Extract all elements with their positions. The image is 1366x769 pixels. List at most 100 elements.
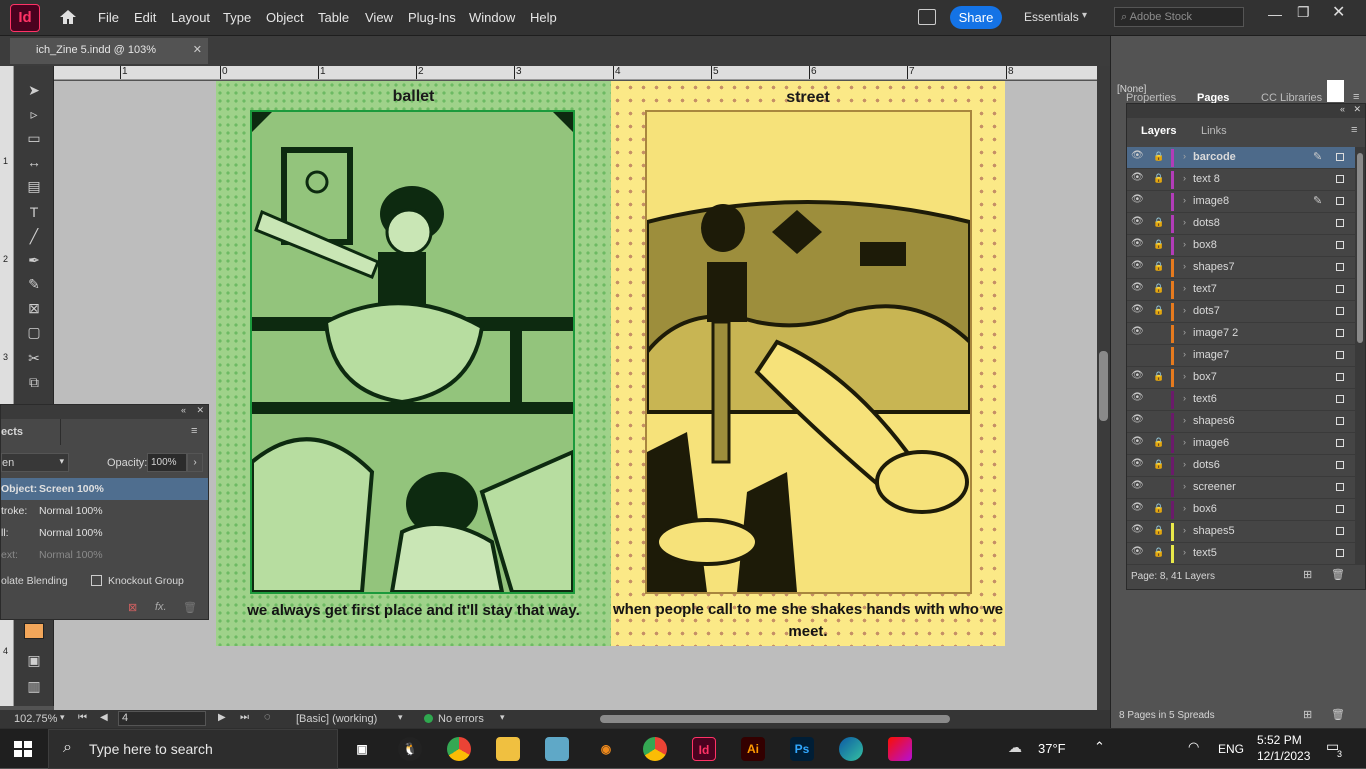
preflight-errors[interactable]: No errors [438,713,484,725]
effects-tab[interactable]: ects [1,419,61,445]
restore-icon[interactable]: ❐ [1297,4,1310,21]
layer-row[interactable]: 👁 🔒 › box8 [1127,235,1355,257]
layer-target-icon[interactable] [1336,483,1344,491]
chevron-right-icon[interactable]: › [1183,217,1186,227]
lock-icon[interactable]: 🔒 [1153,371,1164,381]
eye-icon[interactable]: 👁 [1131,260,1145,271]
layer-target-icon[interactable] [1336,285,1344,293]
page-street[interactable]: street when people call to me she shakes… [611,81,1005,646]
effects-row-fill[interactable]: ll: Normal 100% [1,522,208,544]
layer-name[interactable]: box6 [1193,503,1217,515]
chevron-right-icon[interactable]: › [1183,371,1186,381]
scrollbar-thumb[interactable] [1357,153,1363,343]
layer-target-icon[interactable] [1336,461,1344,469]
chevron-right-icon[interactable]: › [1183,481,1186,491]
layer-target-icon[interactable] [1336,417,1344,425]
trash-icon[interactable]: 🗑 [183,601,197,614]
lock-icon[interactable]: 🔒 [1153,547,1164,557]
language-indicator[interactable]: ENG [1218,742,1244,756]
tab-layers[interactable]: Layers [1141,125,1176,137]
layer-target-icon[interactable] [1336,439,1344,447]
eye-icon[interactable]: 👁 [1131,546,1145,557]
layer-name[interactable]: screener [1193,481,1236,493]
eye-icon[interactable]: 👁 [1131,524,1145,535]
lock-icon[interactable]: 🔒 [1153,261,1164,271]
eye-icon[interactable]: 👁 [1131,282,1145,293]
collapse-icon[interactable]: « [1340,104,1345,114]
eye-icon[interactable]: 👁 [1131,392,1145,403]
chevron-down-icon[interactable]: ▾ [398,712,403,723]
lock-icon[interactable]: 🔒 [1153,459,1164,469]
layer-target-icon[interactable] [1336,197,1344,205]
layer-row[interactable]: 👁 › image8 ✎ [1127,191,1355,213]
chevron-right-icon[interactable]: › [1183,151,1186,161]
layer-row[interactable]: 👁 › shapes6 [1127,411,1355,433]
horizontal-scrollbar[interactable] [530,714,1070,724]
chevron-right-icon[interactable]: › [1183,393,1186,403]
delete-layer-icon[interactable]: 🗑 [1331,568,1345,581]
new-page-icon[interactable]: ⊞ [1303,708,1312,721]
layer-name[interactable]: shapes5 [1193,525,1235,537]
scissors-tool-icon[interactable]: ✂ [22,348,46,368]
chevron-down-icon[interactable]: ▾ [1082,10,1087,21]
menu-help[interactable]: Help [530,10,557,25]
layer-name[interactable]: text6 [1193,393,1217,405]
opacity-field[interactable]: 100% [147,453,187,472]
layer-target-icon[interactable] [1336,549,1344,557]
menu-object[interactable]: Object [266,10,304,25]
photoshop-taskbar-icon[interactable]: Ps [790,737,814,761]
creative-cloud-icon[interactable] [888,737,912,761]
chevron-right-icon[interactable]: › [1183,459,1186,469]
prev-page-icon[interactable]: ◀ [100,712,108,723]
close-panel-icon[interactable]: ✕ [1353,104,1361,115]
chevron-right-icon[interactable]: › [1183,173,1186,183]
line-tool-icon[interactable]: ╱ [22,226,46,246]
layer-row[interactable]: 👁 🔒 › image6 [1127,433,1355,455]
chevron-right-icon[interactable]: › [1183,547,1186,557]
file-explorer-icon[interactable] [496,737,520,761]
eye-icon[interactable]: 👁 [1131,458,1145,469]
app-icon[interactable] [545,737,569,761]
tab-links[interactable]: Links [1201,125,1227,137]
opacity-slider-button[interactable]: › [187,453,203,472]
chrome-profile-icon[interactable] [643,737,667,761]
gap-tool-icon[interactable]: ↔ [22,152,46,172]
chrome-icon[interactable] [447,737,471,761]
clock-time[interactable]: 5:52 PM [1257,733,1302,747]
layer-target-icon[interactable] [1336,395,1344,403]
layer-name[interactable]: image6 [1193,437,1229,449]
blender-icon[interactable]: ◉ [594,737,618,761]
chevron-right-icon[interactable]: › [1183,283,1186,293]
delete-page-icon[interactable]: 🗑 [1331,708,1345,721]
layer-row[interactable]: 👁 🔒 › box6 [1127,499,1355,521]
blend-mode-select[interactable]: en ▾ [1,453,69,472]
home-icon[interactable] [58,8,78,26]
page-ballet[interactable]: ballet we always get first place and it'… [216,81,611,646]
page-tool-icon[interactable]: ▭ [22,128,46,148]
chevron-right-icon[interactable]: › [1183,261,1186,271]
edge-icon[interactable] [839,737,863,761]
direct-selection-tool-icon[interactable]: ▹ [22,104,46,124]
lock-icon[interactable]: 🔒 [1153,151,1164,161]
lock-icon[interactable]: 🔒 [1153,503,1164,513]
street-illustration[interactable] [645,110,972,594]
isolate-blending-label[interactable]: olate Blending [1,575,68,587]
layer-target-icon[interactable] [1336,263,1344,271]
layer-row[interactable]: 👁 🔒 › shapes7 [1127,257,1355,279]
eye-icon[interactable]: 👁 [1131,194,1145,205]
layer-name[interactable]: text7 [1193,283,1217,295]
illustrator-taskbar-icon[interactable]: Ai [741,737,765,761]
layer-name[interactable]: dots6 [1193,459,1220,471]
new-layer-icon[interactable]: ⊞ [1303,568,1312,581]
eye-icon[interactable]: 👁 [1131,370,1145,381]
eye-icon[interactable]: 👁 [1131,172,1145,183]
layer-target-icon[interactable] [1336,219,1344,227]
menu-plugins[interactable]: Plug-Ins [408,10,456,25]
layer-name[interactable]: image7 [1193,349,1229,361]
close-tab-icon[interactable]: ✕ [193,43,202,56]
eye-icon[interactable]: 👁 [1131,150,1145,161]
layer-row[interactable]: 👁 🔒 › text5 [1127,543,1355,565]
weather-icon[interactable]: ☁ [1008,739,1022,756]
master-none-label[interactable]: [None] [1117,84,1146,95]
layer-name[interactable]: box8 [1193,239,1217,251]
